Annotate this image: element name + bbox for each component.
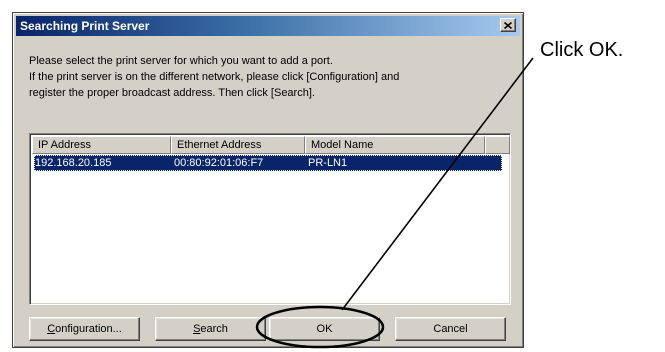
close-button[interactable] (500, 18, 516, 32)
list-header: IP Address Ethernet Address Model Name (32, 136, 510, 154)
screen: Searching Print Server Please select the… (0, 0, 665, 352)
search-label: earch (200, 323, 228, 335)
cell-ethernet-address: 00:80:92:01:06:F7 (174, 157, 264, 169)
column-header-model-name[interactable]: Model Name (305, 136, 485, 154)
dialog-titlebar[interactable]: Searching Print Server (16, 16, 520, 36)
search-button[interactable]: Search (155, 317, 266, 341)
searching-print-server-dialog: Searching Print Server Please select the… (12, 12, 524, 348)
instructions-text: Please select the print server for which… (29, 53, 519, 101)
configuration-button[interactable]: Configuration... (29, 317, 140, 341)
list-row-selected[interactable]: 192.168.20.185 00:80:92:01:06:F7 PR-LN1 (34, 155, 502, 171)
ok-button[interactable]: OK (269, 317, 380, 341)
column-header-ethernet-address[interactable]: Ethernet Address (171, 136, 305, 154)
dialog-title: Searching Print Server (20, 19, 150, 33)
instruction-line: Please select the print server for which… (29, 55, 333, 67)
cancel-button[interactable]: Cancel (395, 317, 506, 341)
instruction-line: register the proper broadcast address. T… (29, 87, 315, 99)
instruction-line: If the print server is on the different … (29, 71, 400, 83)
column-header-ip-address[interactable]: IP Address (32, 136, 171, 154)
callout-text: Click OK. (540, 39, 624, 61)
configuration-label: onfiguration... (55, 323, 122, 335)
column-header-filler (485, 136, 510, 154)
cell-model-name: PR-LN1 (308, 157, 348, 169)
configuration-mnemonic: C (47, 323, 56, 335)
print-server-list[interactable]: IP Address Ethernet Address Model Name 1… (29, 133, 511, 305)
close-icon (504, 21, 512, 29)
cell-ip-address: 192.168.20.185 (35, 157, 112, 169)
